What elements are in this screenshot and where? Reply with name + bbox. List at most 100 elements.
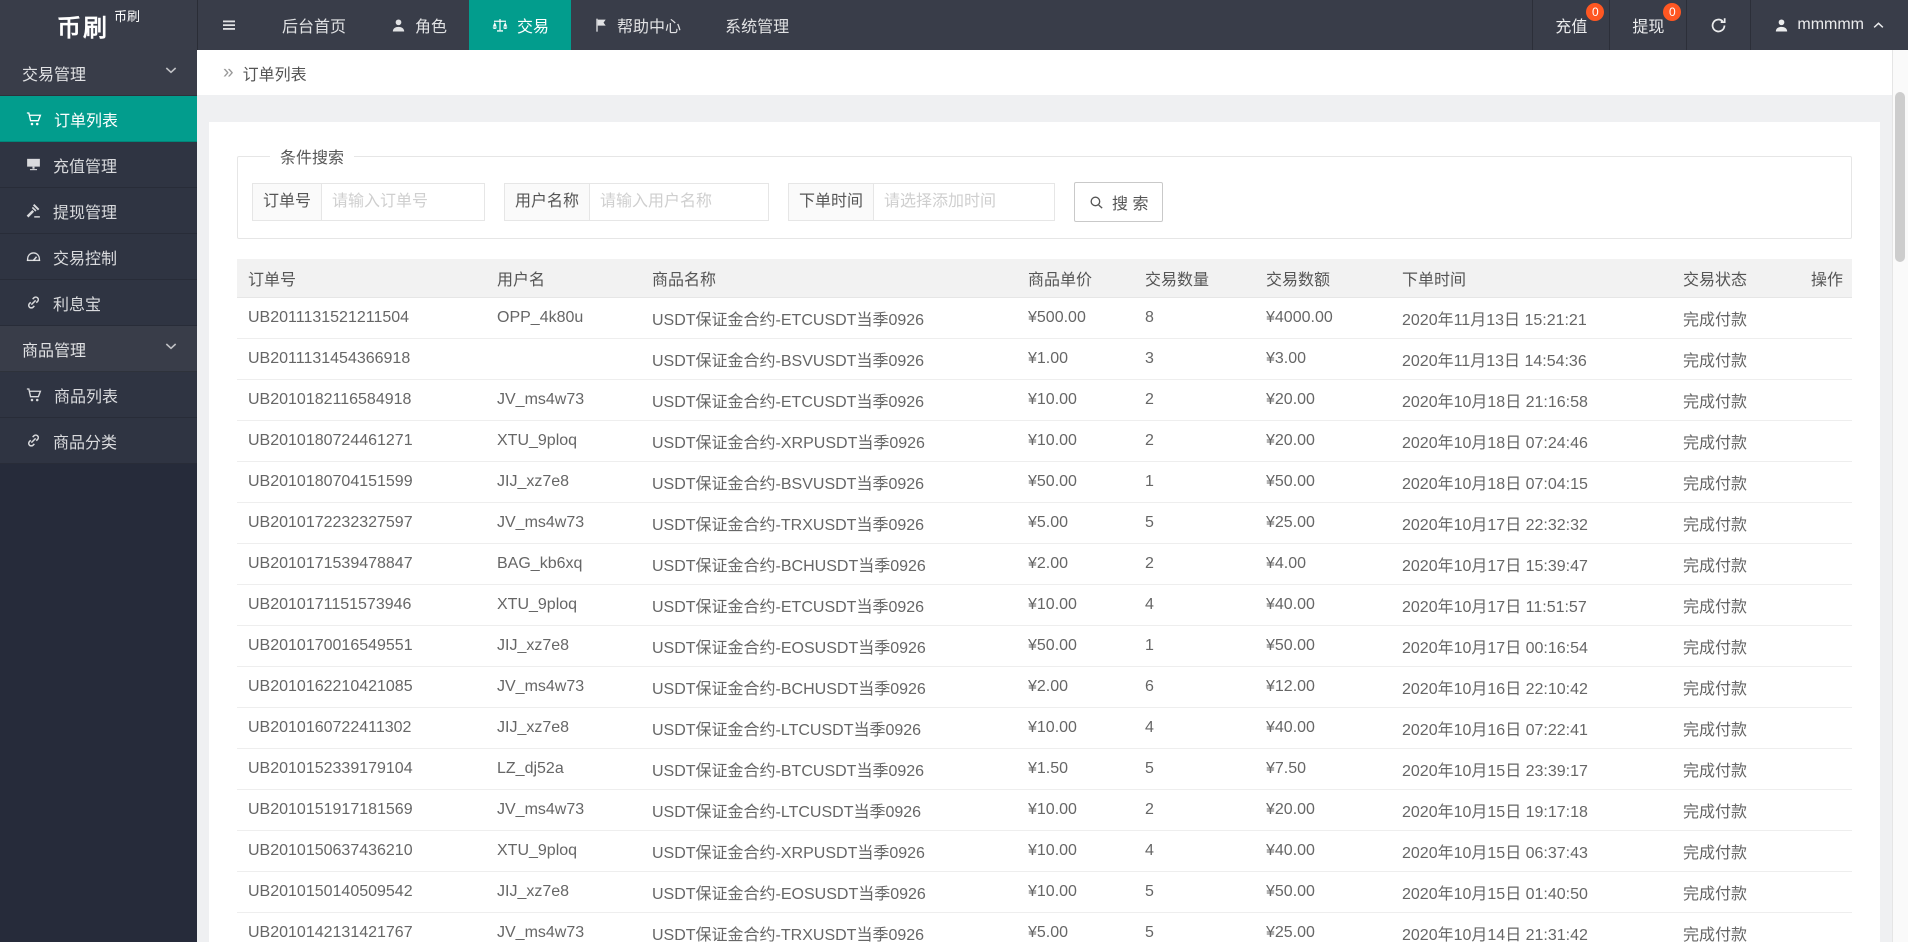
app-logo[interactable]: 币刷 币刷 bbox=[0, 0, 198, 50]
cell-product-name: USDT保证金合约-TRXUSDT当季0926 bbox=[641, 502, 1017, 544]
cell-trade-qty: 8 bbox=[1134, 297, 1255, 339]
search-label-user-name: 用户名称 bbox=[504, 183, 590, 221]
sidebar-menu-trade-management[interactable]: 交易管理 bbox=[0, 50, 197, 96]
table-row: UB2011131454366918 USDT保证金合约-BSVUSDT当季092… bbox=[237, 338, 1852, 380]
table-row: UB2011131521211504 OPP_4k80u USDT保证金合约-ETC… bbox=[237, 297, 1852, 339]
cell-trade-qty: 5 bbox=[1134, 748, 1255, 790]
cell-unit-price: ¥10.00 bbox=[1017, 379, 1134, 421]
cell-trade-amount: ¥50.00 bbox=[1255, 625, 1391, 667]
table-row: UB2010142131421767 JV_ms4w73 USDT保证金合约-TRX… bbox=[237, 912, 1852, 942]
cell-trade-qty: 5 bbox=[1134, 502, 1255, 544]
table-row: UB2010160722411302 JIJ_xz7e8 USDT保证金合约-LTC… bbox=[237, 707, 1852, 749]
cell-username: OPP_4k80u bbox=[486, 297, 641, 339]
cell-trade-amount: ¥50.00 bbox=[1255, 871, 1391, 913]
cell-actions bbox=[1800, 502, 1852, 544]
cell-unit-price: ¥10.00 bbox=[1017, 871, 1134, 913]
app-logo-subtitle: 币刷 bbox=[113, 9, 140, 24]
cell-trade-amount: ¥20.00 bbox=[1255, 420, 1391, 462]
topbar-withdraw-label: 提现 bbox=[1632, 19, 1665, 36]
cell-username: JV_ms4w73 bbox=[486, 502, 641, 544]
cell-trade-status: 完成付款 bbox=[1672, 625, 1800, 667]
search-button[interactable]: 搜 索 bbox=[1074, 182, 1163, 222]
page-scrollbar[interactable] bbox=[1892, 50, 1908, 942]
topnav-trade-label: 交易 bbox=[517, 19, 550, 36]
admin-app: 币刷 币刷 后台首页 角色 交易 帮助中心 系统管理 充值 0 提现 0 mmmmm 交易管理订… bbox=[0, 0, 1908, 942]
cell-trade-status: 完成付款 bbox=[1672, 707, 1800, 749]
cell-trade-amount: ¥4.00 bbox=[1255, 543, 1391, 585]
search-input-user-name[interactable] bbox=[589, 183, 770, 221]
topnav-roles[interactable]: 角色 bbox=[368, 0, 469, 50]
sidebar-menu-product-management-label: 商品管理 bbox=[22, 342, 87, 360]
cell-order-no: UB2010170016549551 bbox=[237, 625, 486, 667]
col-trade-status: 交易状态 bbox=[1672, 259, 1800, 298]
sidebar-item-product-list[interactable]: 商品列表 bbox=[0, 372, 197, 418]
topnav-trade[interactable]: 交易 bbox=[469, 0, 572, 50]
topbar-recharge[interactable]: 充值 0 bbox=[1532, 0, 1609, 50]
topnav-menu-toggle[interactable] bbox=[198, 0, 260, 50]
sidebar-item-trade-control[interactable]: 交易控制 bbox=[0, 234, 197, 280]
cell-order-no: UB2010171539478847 bbox=[237, 543, 486, 585]
search-row: 订单号 用户名称 下单时间 搜 索 bbox=[252, 182, 1837, 222]
sidebar-item-recharge-management-label: 充值管理 bbox=[53, 158, 118, 176]
col-trade-amount: 交易数额 bbox=[1255, 259, 1391, 298]
cell-order-no: UB2011131454366918 bbox=[237, 338, 486, 380]
breadcrumb: » 订单列表 bbox=[197, 50, 1908, 95]
cell-product-name: USDT保证金合约-ETCUSDT当季0926 bbox=[641, 297, 1017, 339]
cell-order-time: 2020年10月15日 19:17:18 bbox=[1391, 789, 1672, 831]
cell-trade-status: 完成付款 bbox=[1672, 748, 1800, 790]
search-group-order-time: 下单时间 bbox=[788, 183, 1056, 221]
cell-unit-price: ¥10.00 bbox=[1017, 830, 1134, 872]
cell-trade-qty: 2 bbox=[1134, 543, 1255, 585]
sidebar-menu-product-management[interactable]: 商品管理 bbox=[0, 326, 197, 372]
cell-trade-status: 完成付款 bbox=[1672, 666, 1800, 708]
table-row: UB2010170016549551 JIJ_xz7e8 USDT保证金合约-EOS… bbox=[237, 625, 1852, 667]
sidebar-item-recharge-management[interactable]: 充值管理 bbox=[0, 142, 197, 188]
top-nav: 后台首页 角色 交易 帮助中心 系统管理 bbox=[198, 0, 811, 50]
search-input-order-no[interactable] bbox=[321, 183, 486, 221]
breadcrumb-current: 订单列表 bbox=[242, 66, 307, 84]
cell-actions bbox=[1800, 789, 1852, 831]
cell-order-time: 2020年10月15日 06:37:43 bbox=[1391, 830, 1672, 872]
cell-trade-status: 完成付款 bbox=[1672, 297, 1800, 339]
orders-table: 订单号 用户名 商品名称 商品单价 交易数量 交易数额 下单时间 交易状态 操作 UB20111… bbox=[237, 259, 1852, 942]
col-actions: 操作 bbox=[1800, 259, 1852, 298]
cell-trade-amount: ¥4000.00 bbox=[1255, 297, 1391, 339]
sidebar-item-product-category[interactable]: 商品分类 bbox=[0, 418, 197, 464]
cell-trade-qty: 6 bbox=[1134, 666, 1255, 708]
cell-order-time: 2020年10月15日 01:40:50 bbox=[1391, 871, 1672, 913]
search-label-order-time: 下单时间 bbox=[788, 183, 874, 221]
cell-product-name: USDT保证金合约-ETCUSDT当季0926 bbox=[641, 584, 1017, 626]
table-row: UB2010180724461271 XTU_9ploq USDT保证金合约-XRP… bbox=[237, 420, 1852, 462]
topbar-refresh[interactable] bbox=[1686, 0, 1750, 50]
cell-trade-qty: 2 bbox=[1134, 379, 1255, 421]
cell-unit-price: ¥5.00 bbox=[1017, 912, 1134, 942]
cell-trade-amount: ¥25.00 bbox=[1255, 912, 1391, 942]
cell-product-name: USDT保证金合约-BSVUSDT当季0926 bbox=[641, 338, 1017, 380]
topnav-system[interactable]: 系统管理 bbox=[703, 0, 811, 50]
cell-product-name: USDT保证金合约-BTCUSDT当季0926 bbox=[641, 748, 1017, 790]
content-card: 条件搜索 订单号用户名称下单时间搜 索 订单号用户名商品名称商品单价交易数量交易… bbox=[209, 122, 1880, 942]
table-row: UB2010182116584918 JV_ms4w73 USDT保证金合约-ETC… bbox=[237, 379, 1852, 421]
cell-unit-price: ¥2.00 bbox=[1017, 543, 1134, 585]
sidebar-item-withdraw-management[interactable]: 提现管理 bbox=[0, 188, 197, 234]
topbar-withdraw[interactable]: 提现 0 bbox=[1609, 0, 1686, 50]
menu-toggle-icon bbox=[220, 16, 238, 34]
topnav-help-center[interactable]: 帮助中心 bbox=[571, 0, 703, 50]
topbar-user-menu[interactable]: mmmmm bbox=[1750, 0, 1908, 50]
chevron-up-icon bbox=[1871, 18, 1886, 33]
topnav-dashboard[interactable]: 后台首页 bbox=[260, 0, 368, 50]
sidebar-item-order-list[interactable]: 订单列表 bbox=[0, 96, 197, 142]
cell-order-time: 2020年10月18日 07:04:15 bbox=[1391, 461, 1672, 503]
cell-actions bbox=[1800, 871, 1852, 913]
cell-product-name: USDT保证金合约-BSVUSDT当季0926 bbox=[641, 461, 1017, 503]
search-input-order-time[interactable] bbox=[873, 183, 1056, 221]
table-row: UB2010150140509542 JIJ_xz7e8 USDT保证金合约-EOS… bbox=[237, 871, 1852, 913]
sidebar-item-lixibao[interactable]: 利息宝 bbox=[0, 280, 197, 326]
table-row: UB2010152339179104 LZ_dj52a USDT保证金合约-BTCU… bbox=[237, 748, 1852, 790]
cell-actions bbox=[1800, 748, 1852, 790]
cell-unit-price: ¥5.00 bbox=[1017, 502, 1134, 544]
cell-trade-status: 完成付款 bbox=[1672, 338, 1800, 380]
cell-order-time: 2020年10月16日 07:22:41 bbox=[1391, 707, 1672, 749]
sidebar-item-lixibao-label: 利息宝 bbox=[53, 296, 102, 314]
scrollbar-thumb[interactable] bbox=[1895, 92, 1905, 262]
